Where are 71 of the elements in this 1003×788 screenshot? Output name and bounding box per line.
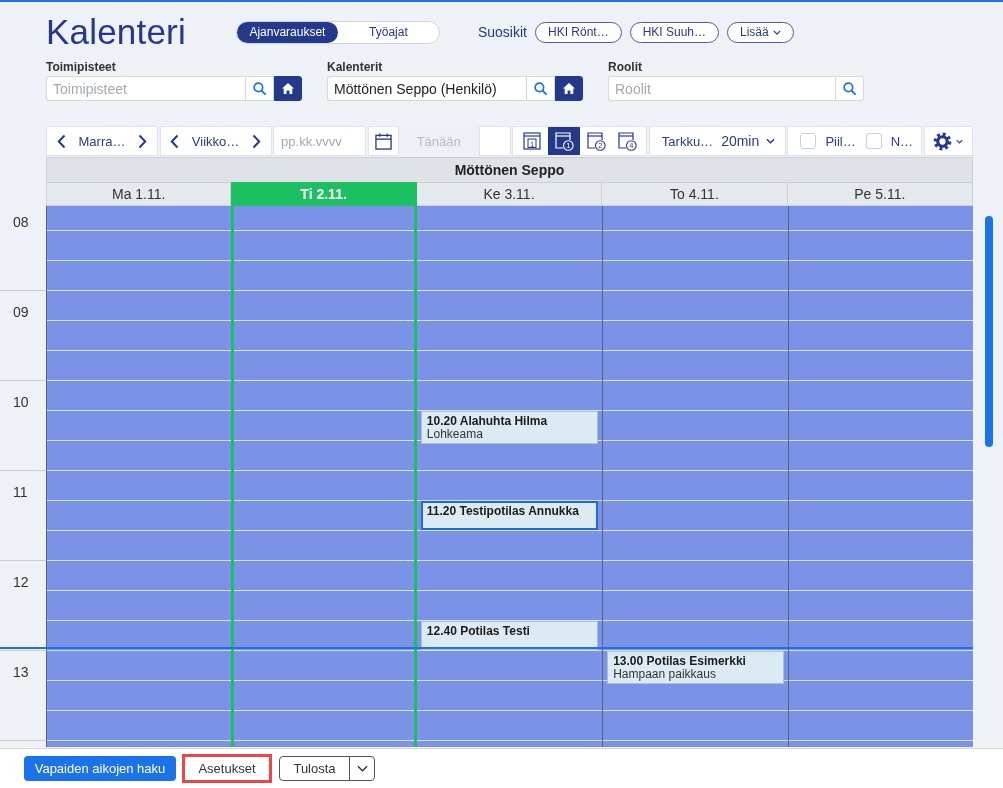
hour-label: 11 [13, 484, 28, 500]
chevron-left-icon [170, 133, 180, 149]
search-button[interactable] [526, 76, 555, 101]
favorites-label: Suosikit [477, 24, 527, 40]
home-icon [282, 83, 294, 94]
field-label: Kalenterit [327, 60, 384, 74]
hour-label: 09 [13, 304, 29, 320]
month-label: Marra… [78, 133, 126, 149]
date-picker-button[interactable] [367, 126, 399, 156]
settings-icon [933, 131, 953, 151]
caret-icon [956, 138, 964, 144]
day-header[interactable]: Ke 3.11. [416, 182, 603, 206]
favorite-chip[interactable]: HKI Suuh… [629, 21, 720, 43]
search-icon [534, 82, 547, 95]
appointment[interactable]: 10.20 Alahuhta Hilma Lohkeama [420, 411, 599, 444]
day-header[interactable]: To 4.11. [602, 182, 788, 206]
appointment[interactable]: 11.20 Testipotilas Annukka [420, 501, 599, 530]
day-column[interactable]: 13.00 Potilas Esimerkki Hampaan paikkaus [602, 206, 788, 747]
search-icon [253, 82, 266, 95]
home-icon [563, 83, 575, 94]
search-icon [843, 82, 856, 95]
favorite-chip[interactable]: HKI Rönt… [534, 21, 622, 43]
day-header[interactable]: Ma 1.11. [46, 182, 232, 206]
appointment[interactable]: 13.00 Potilas Esimerkki Hampaan paikkaus [607, 651, 784, 684]
hour-label: 12 [13, 574, 29, 590]
chevron-right-icon [252, 133, 262, 149]
caret-icon [772, 29, 781, 35]
checkbox[interactable] [800, 133, 817, 149]
search-field[interactable]: Roolit [608, 76, 835, 101]
search-button[interactable] [835, 76, 864, 101]
search-field[interactable]: Toimipisteet [46, 76, 245, 101]
field-label: Roolit [608, 60, 643, 74]
appointment-title: 11.20 Testipotilas Annukka [426, 505, 580, 518]
settings-action-button[interactable]: Asetukset [182, 754, 272, 783]
appointment-title: 13.00 Potilas Esimerkki [613, 655, 747, 668]
mode-tab[interactable]: Ajanvaraukset [236, 21, 338, 43]
home-button[interactable] [555, 76, 583, 101]
checkbox-label[interactable]: N… [890, 133, 914, 149]
scrollbar-thumb[interactable] [985, 216, 993, 447]
appointment-title: 10.20 Alahuhta Hilma [426, 415, 549, 428]
hour-label: 08 [13, 214, 29, 230]
checkbox-label[interactable]: Piil… [825, 133, 856, 149]
chevron-right-icon [138, 133, 148, 149]
caret-icon [765, 138, 775, 144]
appointment-title: 12.40 Potilas Testi [426, 625, 531, 638]
field-label: Toimipisteet [46, 60, 117, 74]
more-dropdown[interactable]: Lisää [727, 21, 794, 43]
resolution-dropdown[interactable]: Tarkku… 20min [648, 126, 786, 156]
week-label: Viikko… [191, 133, 240, 149]
mode-tab[interactable]: Työajat [337, 21, 439, 43]
chevron-left-icon [56, 133, 66, 149]
search-button[interactable] [245, 76, 274, 101]
caret-icon [356, 765, 368, 772]
hour-label: 13 [13, 664, 29, 680]
hour-label: 10 [13, 394, 29, 410]
checkbox[interactable] [865, 133, 882, 149]
print-options-button[interactable] [349, 756, 375, 781]
appointment-detail: Hampaan paikkaus [613, 668, 717, 681]
day-header[interactable]: Pe 5.11. [787, 182, 973, 206]
search-field[interactable]: Möttönen Seppo (Henkilö) [327, 76, 526, 101]
calendar-owner-header: Möttönen Seppo [46, 157, 973, 182]
home-button[interactable] [274, 76, 302, 101]
page-title: Kalenteri [46, 11, 186, 53]
search-free-times-button[interactable]: Vapaiden aikojen haku [24, 756, 176, 781]
date-field[interactable]: pp.kk.vvvv [273, 126, 367, 156]
appointment-detail: Lohkeama [426, 428, 484, 441]
print-button[interactable]: Tulosta [279, 756, 350, 781]
day-column[interactable]: 10.20 Alahuhta Hilma Lohkeama 11.20 Testipotilas Annukka 12.40 Potilas Testi [416, 206, 603, 747]
calendar-icon [374, 132, 392, 150]
settings-button[interactable] [923, 126, 973, 156]
appointment[interactable]: 12.40 Potilas Testi [420, 621, 599, 650]
